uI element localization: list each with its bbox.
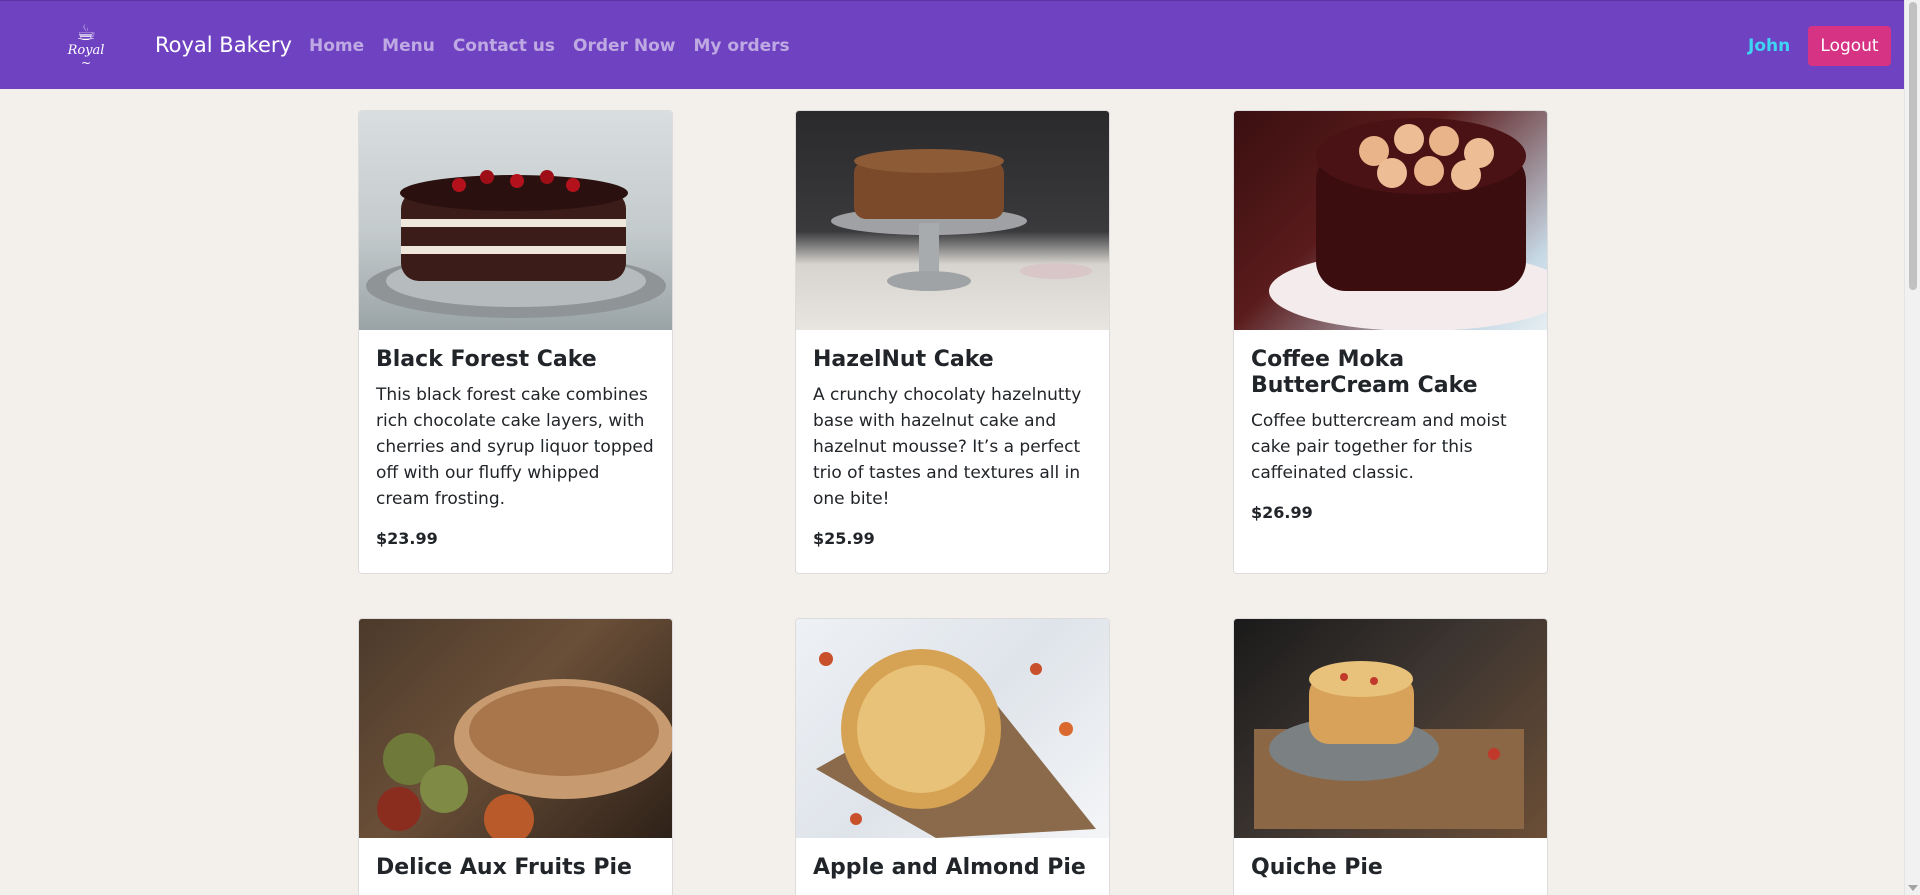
product-price: $25.99 [813,529,875,548]
product-title[interactable]: Apple and Almond Pie [813,855,1092,881]
bakery-logo[interactable]: ☕ Royal ~ [62,19,110,73]
hazelnut-cake-image [796,111,1109,330]
brand-name[interactable]: Royal Bakery [155,31,292,59]
product-description: A crunchy chocolaty hazelnutty base with… [813,385,1082,509]
card-body: HazelNut Cake A crunchy chocolaty hazeln… [796,330,1109,567]
product-title[interactable]: Quiche Pie [1251,855,1530,881]
product-price: $23.99 [376,529,438,548]
product-title[interactable]: Coffee Moka ButterCream Cake [1251,347,1530,399]
scrollbar-thumb[interactable] [1909,2,1917,290]
nav-link-contact[interactable]: Contact us [453,34,555,58]
product-title[interactable]: Black Forest Cake [376,347,655,373]
card-body: Coffee Moka ButterCream Cake Coffee butt… [1234,330,1547,541]
product-card[interactable]: HazelNut Cake A crunchy chocolaty hazeln… [795,110,1110,574]
nav-link-menu[interactable]: Menu [382,34,435,58]
cake-illustration [831,149,1092,291]
apple-almond-pie-image [796,619,1109,838]
cake-illustration [366,170,666,318]
card-body: Black Forest Cake This black forest cake… [359,330,672,567]
page-scrollbar[interactable] [1904,0,1920,895]
pie-illustration [377,679,672,838]
product-card[interactable]: Delice Aux Fruits Pie [358,618,673,895]
logout-button[interactable]: Logout [1808,26,1891,66]
pie-illustration [1254,661,1524,829]
product-title[interactable]: HazelNut Cake [813,347,1092,373]
delice-aux-fruits-pie-image [359,619,672,838]
pie-illustration [816,649,1096,838]
nav-links: Home Menu Contact us Order Now My orders [309,34,808,58]
coffee-moka-cake-image [1234,111,1547,330]
product-title[interactable]: Delice Aux Fruits Pie [376,855,655,881]
nav-link-my-orders[interactable]: My orders [693,34,789,58]
product-card[interactable]: Black Forest Cake This black forest cake… [358,110,673,574]
quiche-pie-image [1234,619,1547,838]
product-description: This black forest cake combines rich cho… [376,385,654,509]
card-body: Delice Aux Fruits Pie [359,838,672,895]
black-forest-cake-image [359,111,672,330]
product-price: $26.99 [1251,503,1313,522]
product-card[interactable]: Apple and Almond Pie [795,618,1110,895]
cake-illustration [1269,118,1547,330]
card-body: Apple and Almond Pie [796,838,1109,895]
scroll-down-arrow-icon[interactable] [1908,885,1918,891]
user-name-link[interactable]: John [1748,34,1790,58]
product-description: Coffee buttercream and moist cake pair t… [1251,411,1507,483]
steaming-cup-icon: ☕ [76,21,96,46]
top-navbar: ☕ Royal ~ Royal Bakery Home Menu Contact… [0,0,1904,89]
product-card[interactable]: Quiche Pie [1233,618,1548,895]
card-body: Quiche Pie [1234,838,1547,895]
swirl-icon: ~ [80,56,92,70]
nav-link-order-now[interactable]: Order Now [573,34,675,58]
nav-link-home[interactable]: Home [309,34,364,58]
product-card[interactable]: Coffee Moka ButterCream Cake Coffee butt… [1233,110,1548,574]
